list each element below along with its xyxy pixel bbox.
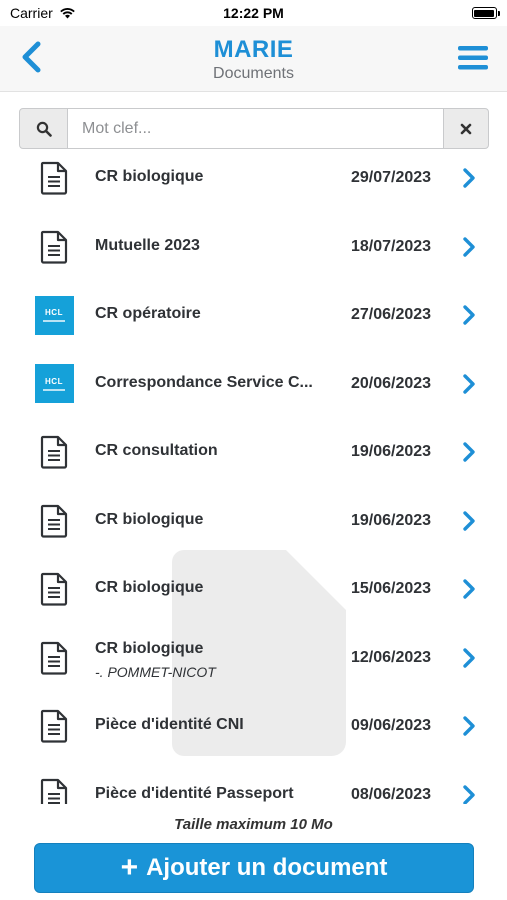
nav-header: MARIE Documents <box>0 26 507 92</box>
document-date: 12/06/2023 <box>351 648 432 666</box>
document-row[interactable]: CR consultation 19/06/2023 <box>0 418 507 486</box>
document-title: Pièce d'identité CNI <box>95 716 244 733</box>
hcl-logo-icon: HCL <box>34 364 74 404</box>
hcl-logo-text: HCL <box>45 308 63 317</box>
chevron-right-icon <box>460 441 478 463</box>
page-subtitle: Documents <box>213 65 294 82</box>
chevron-right-icon <box>460 715 478 737</box>
document-date: 19/06/2023 <box>351 511 432 529</box>
menu-button[interactable] <box>457 44 489 72</box>
document-title: Pièce d'identité Passeport <box>95 784 294 802</box>
chevron-right-icon <box>460 784 478 804</box>
header-titles: MARIE Documents <box>100 36 407 84</box>
document-row[interactable]: CR biologique 29/07/2023 <box>0 144 507 212</box>
status-bar: Carrier 12:22 PM <box>0 0 507 26</box>
document-title: CR opératoire <box>95 305 201 322</box>
document-row[interactable]: CR biologique -. POMMET-NICOT 12/06/2023 <box>0 624 507 692</box>
chevron-right-icon <box>460 578 478 600</box>
document-date: 20/06/2023 <box>351 374 432 392</box>
document-title: Mutuelle 2023 <box>95 236 200 254</box>
document-row[interactable]: HCL Correspondance Service C... 20/06/2023 <box>0 350 507 418</box>
chevron-right-icon <box>460 510 478 532</box>
document-title: CR biologique <box>95 168 204 185</box>
clock: 12:22 PM <box>223 5 284 21</box>
document-title: CR biologique <box>95 579 204 596</box>
document-row[interactable]: HCL CR opératoire 27/06/2023 <box>0 281 507 349</box>
chevron-left-icon <box>22 41 41 73</box>
chevron-right-icon <box>460 236 478 258</box>
chevron-right-icon <box>460 373 478 395</box>
document-title: CR biologique <box>95 510 204 528</box>
document-row[interactable]: Pièce d'identité Passeport 08/06/2023 <box>0 761 507 804</box>
document-icon <box>34 638 74 678</box>
document-icon <box>34 706 74 746</box>
document-date: 19/06/2023 <box>351 443 432 460</box>
document-date: 27/06/2023 <box>351 306 432 323</box>
document-title: CR consultation <box>95 442 218 459</box>
page-title: MARIE <box>213 36 294 63</box>
document-row[interactable]: Mutuelle 2023 18/07/2023 <box>0 213 507 281</box>
search-input[interactable] <box>67 109 444 148</box>
plus-icon: + <box>120 851 139 884</box>
chevron-right-icon <box>460 167 478 189</box>
add-document-label: Ajouter un document <box>146 854 388 881</box>
document-row[interactable]: CR biologique 19/06/2023 <box>0 487 507 555</box>
hamburger-icon <box>458 46 488 70</box>
document-icon <box>34 432 74 472</box>
document-date: 09/06/2023 <box>351 717 432 734</box>
document-icon <box>34 158 74 198</box>
document-title: Correspondance Service C... <box>95 373 313 391</box>
add-document-button[interactable]: + Ajouter un document <box>34 843 474 893</box>
clear-search-button[interactable] <box>444 109 488 148</box>
document-date: 08/06/2023 <box>351 785 432 803</box>
back-button[interactable] <box>16 40 46 74</box>
hcl-logo-icon: HCL <box>34 295 74 335</box>
document-author: -. POMMET-NICOT <box>95 663 216 680</box>
hcl-logo-text: HCL <box>45 376 63 386</box>
max-size-note: Taille maximum 10 Mo <box>174 816 333 833</box>
close-icon <box>460 123 472 134</box>
chevron-right-icon <box>460 647 478 669</box>
document-icon <box>34 569 74 609</box>
document-row[interactable]: Pièce d'identité CNI 09/06/2023 <box>0 692 507 760</box>
document-icon <box>34 501 74 541</box>
document-date: 29/07/2023 <box>351 169 432 186</box>
document-date: 18/07/2023 <box>351 237 432 255</box>
battery-icon <box>471 7 500 19</box>
footer: Taille maximum 10 Mo + Ajouter un docume… <box>0 804 507 900</box>
document-row[interactable]: CR biologique 15/06/2023 <box>0 555 507 623</box>
document-icon <box>34 775 74 804</box>
document-title: CR biologique <box>95 639 204 657</box>
document-icon <box>34 227 74 267</box>
chevron-right-icon <box>460 304 478 326</box>
carrier-label: Carrier <box>10 5 53 21</box>
search-icon[interactable] <box>20 109 67 148</box>
document-date: 15/06/2023 <box>351 580 432 597</box>
wifi-icon <box>59 8 75 19</box>
search-bar <box>19 108 489 149</box>
document-list[interactable]: CR biologique 29/07/2023 Mutuelle 2023 18/0… <box>0 144 507 804</box>
